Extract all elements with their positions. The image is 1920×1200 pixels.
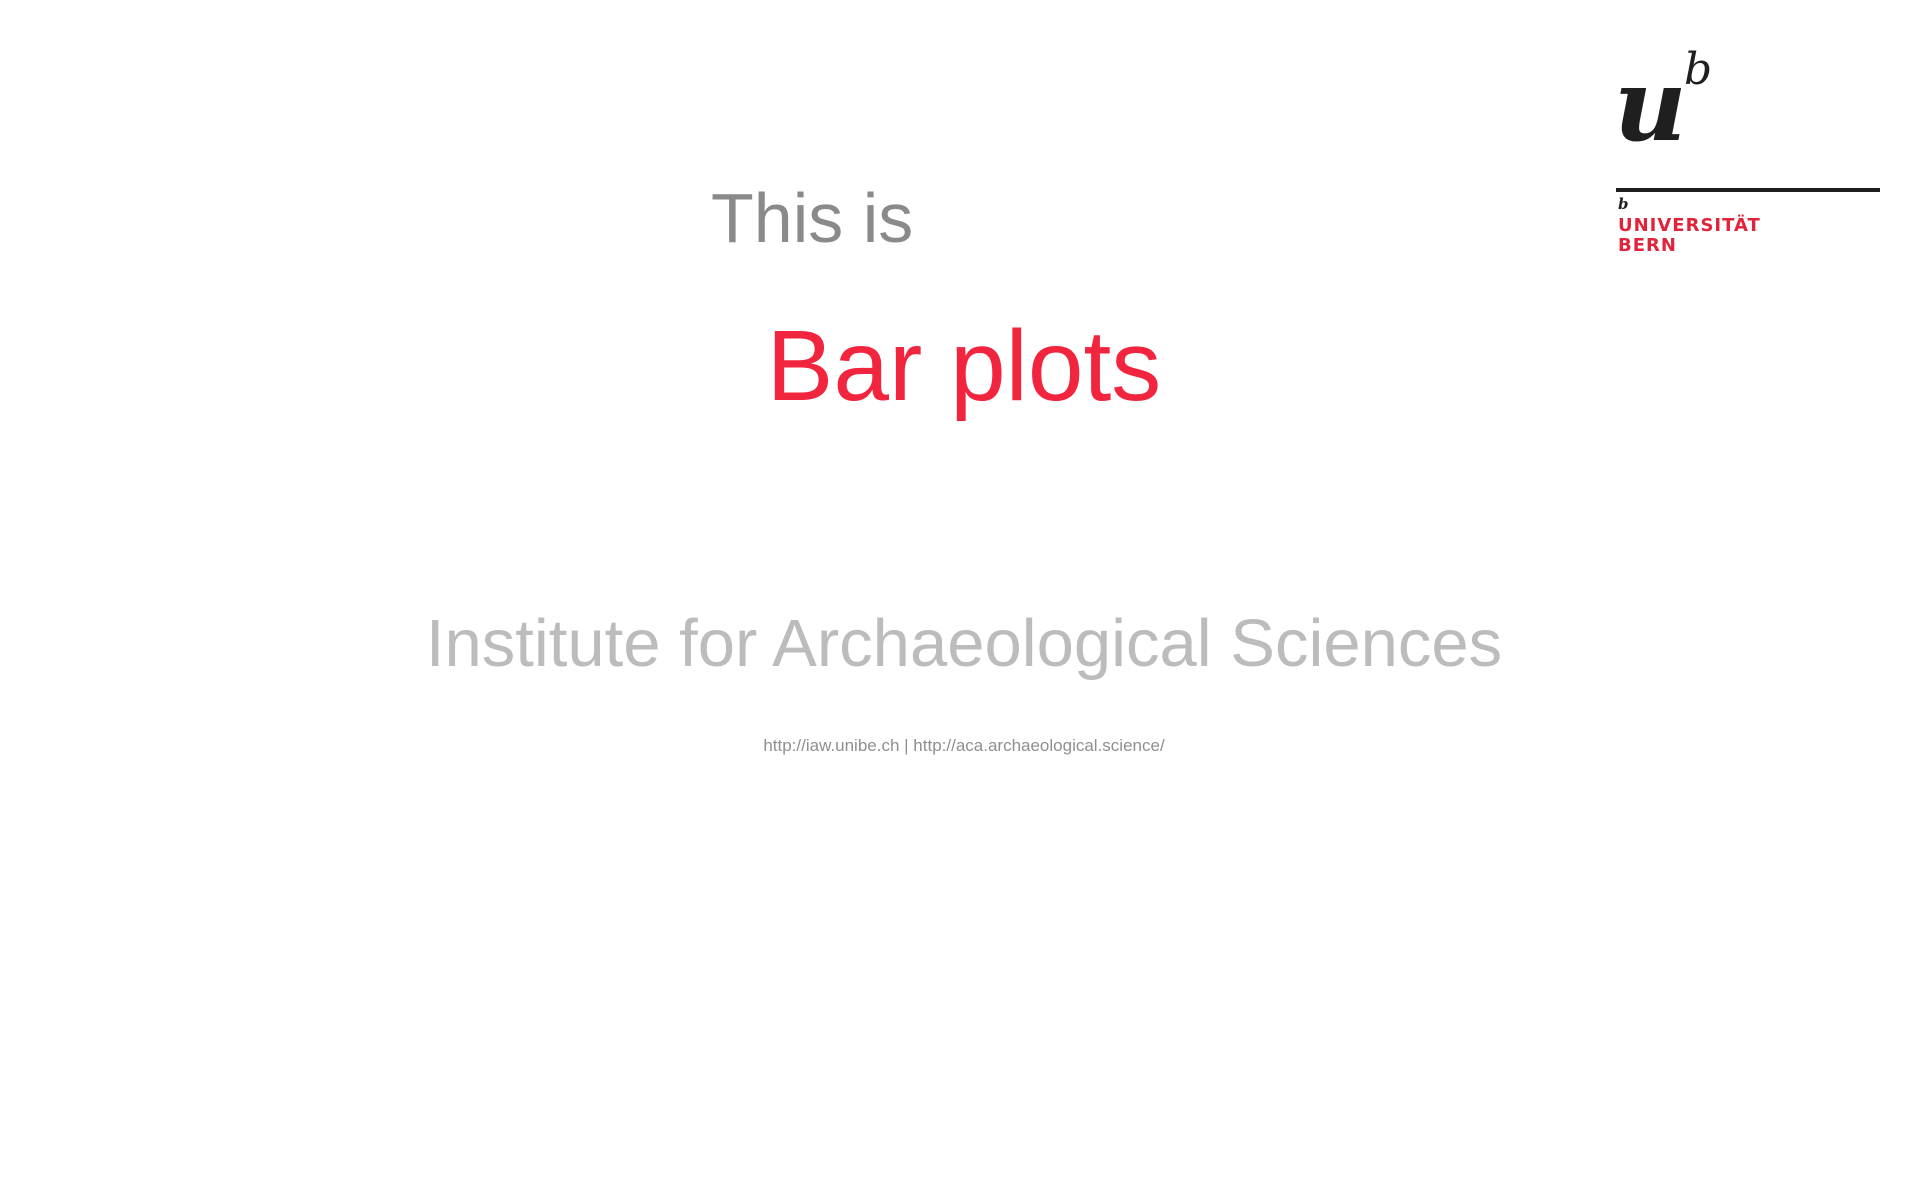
website-links: http://iaw.unibe.ch | http://aca.archaeo…: [0, 735, 1920, 757]
title-slide: This is Bar plots Institute for Archaeol…: [0, 0, 1920, 1200]
link-separator: |: [899, 736, 914, 755]
aca-link[interactable]: http://aca.archaeological.science/: [913, 736, 1164, 755]
institute-name: Institute for Archaeological Sciences: [425, 606, 1503, 681]
slide-title: Bar plots: [766, 310, 1162, 422]
ub-logo-mark: u b: [1616, 44, 1712, 144]
university-of-bern-logo: u b b UNIVERSITÄT BERN: [1616, 44, 1880, 260]
logo-mark-u: u: [1616, 46, 1687, 144]
intro-text: This is: [711, 179, 914, 257]
logo-rule: [1616, 188, 1880, 192]
logo-mark-b: b: [1684, 44, 1712, 95]
logo-bern: BERN: [1618, 235, 1677, 256]
iaw-link[interactable]: http://iaw.unibe.ch: [763, 736, 899, 755]
logo-small-b: b: [1618, 195, 1629, 213]
logo-universitat: UNIVERSITÄT: [1618, 215, 1761, 236]
